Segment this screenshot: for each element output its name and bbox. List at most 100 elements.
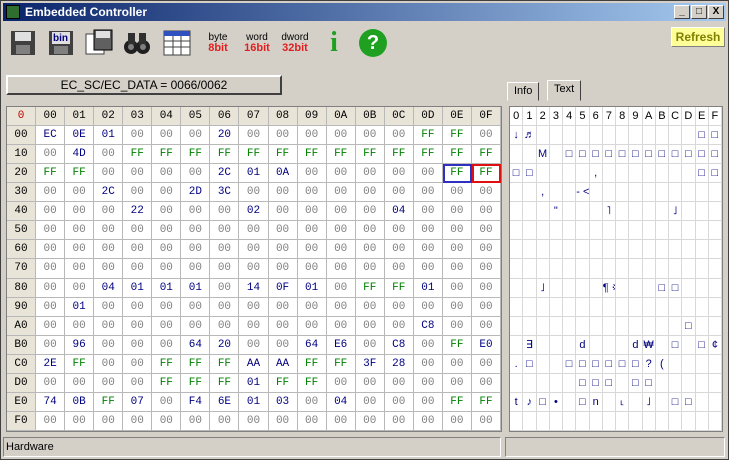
text-cell[interactable] (563, 240, 577, 260)
text-cell[interactable] (669, 164, 683, 184)
text-cell[interactable] (695, 316, 709, 336)
hex-cell[interactable]: 22 (123, 202, 153, 222)
text-cell[interactable]: ˩ (669, 202, 683, 222)
text-cell[interactable]: □ (669, 335, 683, 355)
text-cell[interactable] (523, 259, 537, 279)
maximize-button[interactable]: □ (691, 5, 707, 19)
text-cell[interactable] (536, 297, 550, 317)
hex-cell[interactable]: 00 (181, 411, 211, 431)
hex-cell[interactable]: 64 (181, 335, 211, 355)
text-cell[interactable] (616, 297, 630, 317)
hex-cell[interactable]: 00 (94, 221, 124, 241)
text-cell[interactable]: t (510, 392, 524, 412)
text-cell[interactable] (629, 392, 643, 412)
hex-cell[interactable]: 00 (36, 411, 66, 431)
hex-cell[interactable]: 28 (384, 354, 414, 374)
hex-cell[interactable]: 00 (36, 297, 66, 317)
hex-cell[interactable]: 00 (94, 335, 124, 355)
text-cell[interactable] (616, 164, 630, 184)
hex-cell[interactable]: 00 (326, 373, 356, 393)
hex-cell[interactable]: 00 (413, 240, 443, 260)
hex-cell[interactable]: 00 (94, 297, 124, 317)
text-cell[interactable] (549, 240, 563, 260)
hex-cell[interactable]: 00 (471, 316, 501, 336)
hex-cell[interactable]: 00 (181, 259, 211, 279)
text-cell[interactable] (655, 259, 669, 279)
text-cell[interactable] (510, 145, 524, 165)
hex-cell[interactable]: 00 (210, 221, 240, 241)
hex-cell[interactable]: 00 (210, 259, 240, 279)
text-cell[interactable] (523, 297, 537, 317)
text-cell[interactable] (523, 278, 537, 298)
text-cell[interactable] (523, 411, 537, 431)
text-cell[interactable]: □ (616, 145, 630, 165)
hex-cell[interactable]: 00 (210, 240, 240, 260)
hex-cell[interactable]: 00 (152, 164, 182, 184)
hex-cell[interactable]: 96 (65, 335, 95, 355)
hex-cell[interactable]: 4D (65, 145, 95, 165)
text-cell[interactable]: □ (629, 145, 643, 165)
text-cell[interactable] (510, 259, 524, 279)
hex-cell[interactable]: FF (384, 278, 414, 298)
hex-cell[interactable]: 00 (413, 164, 443, 184)
hex-cell[interactable]: FF (181, 354, 211, 374)
text-cell[interactable]: □ (576, 392, 590, 412)
text-cell[interactable]: □ (682, 392, 696, 412)
text-cell[interactable] (629, 164, 643, 184)
text-cell[interactable] (549, 259, 563, 279)
hex-cell[interactable]: 01 (123, 278, 153, 298)
text-cell[interactable] (708, 354, 722, 374)
hex-cell[interactable]: 04 (326, 392, 356, 412)
hex-cell[interactable]: 00 (268, 202, 298, 222)
hex-cell[interactable]: FF (94, 392, 124, 412)
text-cell[interactable] (549, 373, 563, 393)
text-cell[interactable] (576, 411, 590, 431)
text-cell[interactable]: • (549, 392, 563, 412)
hex-cell[interactable]: 00 (65, 259, 95, 279)
text-cell[interactable] (563, 411, 577, 431)
text-cell[interactable] (642, 316, 656, 336)
text-cell[interactable] (708, 316, 722, 336)
text-cell[interactable]: □ (523, 354, 537, 374)
hex-cell[interactable]: 20 (210, 335, 240, 355)
hex-cell[interactable]: 00 (123, 373, 153, 393)
text-cell[interactable] (669, 221, 683, 241)
text-cell[interactable] (616, 240, 630, 260)
text-cell[interactable] (576, 202, 590, 222)
text-cell[interactable] (629, 202, 643, 222)
text-cell[interactable]: □ (708, 126, 722, 146)
text-cell[interactable]: □ (536, 392, 550, 412)
text-cell[interactable] (642, 183, 656, 203)
hex-cell[interactable]: 00 (152, 297, 182, 317)
text-cell[interactable]: ˥ (602, 202, 616, 222)
text-cell[interactable] (589, 202, 603, 222)
text-cell[interactable] (589, 221, 603, 241)
text-cell[interactable] (695, 392, 709, 412)
hex-cell[interactable]: 00 (239, 335, 269, 355)
text-cell[interactable] (602, 316, 616, 336)
text-cell[interactable] (589, 240, 603, 260)
text-cell[interactable] (616, 373, 630, 393)
hex-cell[interactable]: FF (442, 126, 472, 146)
text-cell[interactable] (655, 316, 669, 336)
hex-cell[interactable]: 00 (181, 221, 211, 241)
hex-cell[interactable]: 00 (181, 240, 211, 260)
hex-cell[interactable]: 00 (471, 259, 501, 279)
text-cell[interactable]: ↓ (510, 126, 524, 146)
hex-cell[interactable]: 00 (326, 411, 356, 431)
text-cell[interactable] (629, 126, 643, 146)
hex-cell[interactable]: 00 (123, 411, 153, 431)
text-cell[interactable]: d (576, 335, 590, 355)
text-cell[interactable] (642, 202, 656, 222)
hex-cell[interactable]: 00 (94, 373, 124, 393)
hex-cell[interactable]: 00 (384, 373, 414, 393)
hex-cell[interactable]: 6E (210, 392, 240, 412)
hex-cell[interactable]: 14 (239, 278, 269, 298)
hex-cell[interactable]: 00 (413, 259, 443, 279)
text-cell[interactable] (576, 259, 590, 279)
text-cell[interactable] (563, 297, 577, 317)
text-cell[interactable] (682, 373, 696, 393)
hex-cell[interactable]: 20 (210, 126, 240, 146)
hex-cell[interactable]: 00 (355, 335, 385, 355)
hex-cell[interactable]: FF (355, 145, 385, 165)
